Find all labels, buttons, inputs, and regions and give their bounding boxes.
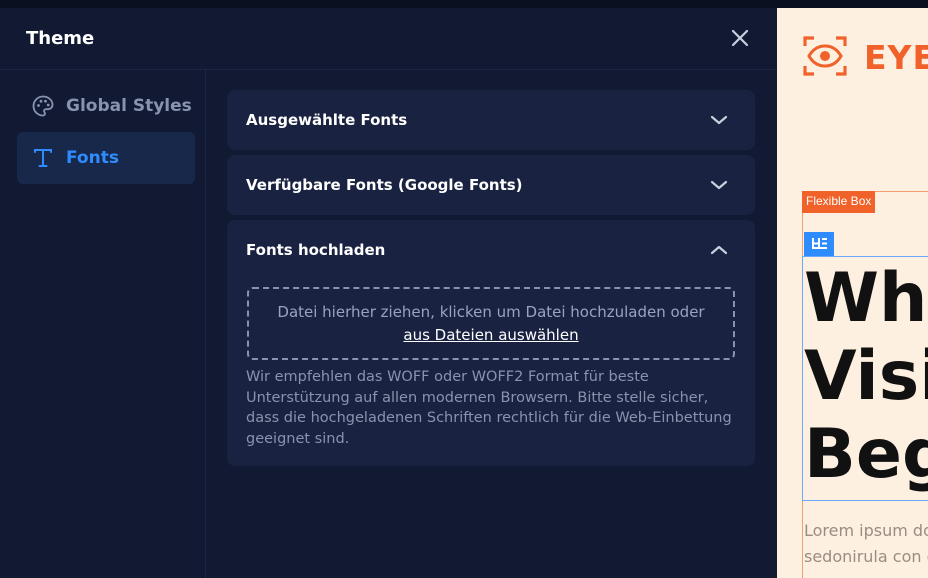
page-preview: EYE Flexible Box Whe Visi Beg Lorem ipsu…: [777, 8, 928, 578]
eye-logo-icon: [803, 36, 847, 76]
dropzone-text: Datei hierher ziehen, klicken um Datei h…: [277, 303, 705, 321]
sidebar-item-label: Global Styles: [66, 96, 192, 116]
panel-header: Theme: [0, 8, 777, 70]
palette-icon: [32, 95, 54, 117]
accordion-selected-fonts: Ausgewählte Fonts: [227, 90, 755, 150]
heading-widget-icon: [812, 238, 827, 249]
preview-headline[interactable]: Whe Visi Beg: [804, 260, 928, 494]
text-t-icon: [34, 149, 52, 167]
accordion-header[interactable]: Verfügbare Fonts (Google Fonts): [227, 155, 755, 215]
logo-text: EYE: [864, 38, 928, 77]
upload-hint: Wir empfehlen das WOFF oder WOFF2 Format…: [246, 369, 732, 447]
sidebar: Global Styles Fonts: [0, 70, 206, 578]
container-edge: [802, 501, 803, 578]
accordion-header[interactable]: Fonts hochladen: [227, 220, 755, 280]
accordion-title: Verfügbare Fonts (Google Fonts): [246, 176, 523, 194]
preview-paragraph[interactable]: Lorem ipsum do sedonirula con e: [804, 518, 928, 570]
accordion-upload-fonts: Fonts hochladen Datei hierher ziehen, kl…: [227, 220, 755, 466]
heading-widget-handle[interactable]: [804, 232, 834, 256]
top-strip: [0, 0, 928, 8]
flexible-box-tag[interactable]: Flexible Box: [802, 191, 876, 213]
choose-files-link[interactable]: aus Dateien auswählen: [249, 326, 733, 344]
panel-title: Theme: [26, 28, 95, 49]
upload-dropzone[interactable]: Datei hierher ziehen, klicken um Datei h…: [247, 287, 735, 360]
close-icon: [731, 29, 749, 47]
theme-panel: Theme Global Styles Fonts Ausgewählte Fo…: [0, 8, 777, 578]
accordion-title: Fonts hochladen: [246, 241, 386, 259]
chevron-up-icon: [710, 245, 728, 255]
accordion-available-fonts: Verfügbare Fonts (Google Fonts): [227, 155, 755, 215]
close-button[interactable]: [727, 25, 753, 51]
accordion-title: Ausgewählte Fonts: [246, 111, 408, 129]
sidebar-item-fonts[interactable]: Fonts: [17, 132, 195, 184]
sidebar-item-global-styles[interactable]: Global Styles: [17, 80, 195, 132]
accordion-header[interactable]: Ausgewählte Fonts: [227, 90, 755, 150]
chevron-down-icon: [710, 115, 728, 125]
sidebar-item-label: Fonts: [66, 148, 119, 168]
chevron-down-icon: [710, 180, 728, 190]
